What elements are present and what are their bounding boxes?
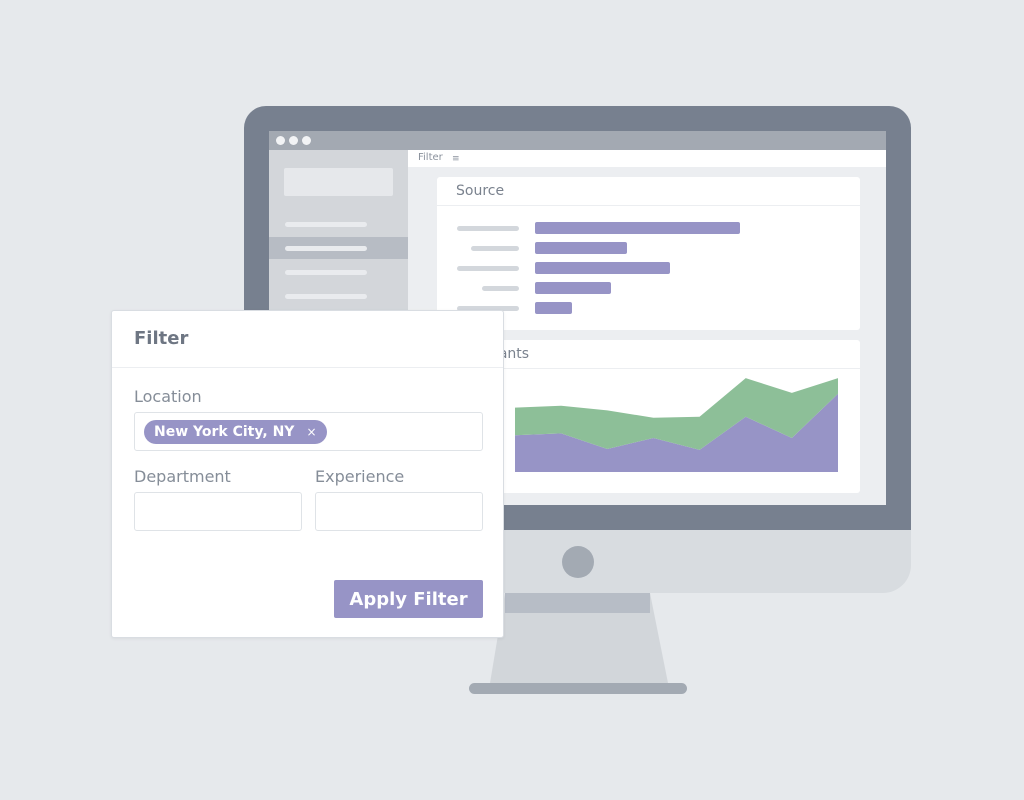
experience-label: Experience (315, 467, 405, 486)
bar-category-label (457, 266, 519, 271)
experience-input[interactable] (315, 492, 483, 531)
filter-panel: Filter Location New York City, NY × Depa… (111, 310, 504, 638)
location-input[interactable]: New York City, NY × (134, 412, 483, 451)
sidebar-item-2[interactable] (269, 237, 408, 259)
sidebar-item-3[interactable] (269, 261, 408, 283)
window-dot-close[interactable] (276, 136, 285, 145)
filter-panel-title: Filter (134, 328, 189, 349)
department-label: Department (134, 467, 231, 486)
location-label: Location (134, 387, 202, 406)
filter-icon[interactable]: ≡ (452, 154, 460, 164)
window-titlebar (269, 131, 886, 150)
window-dot-maximize[interactable] (302, 136, 311, 145)
sidebar-logo-placeholder (284, 168, 393, 196)
bar-category-label (471, 246, 519, 251)
monitor-stand-foot (469, 683, 687, 694)
sidebar-item-label (285, 222, 367, 227)
sidebar-item-4[interactable] (269, 285, 408, 307)
sidebar-item-label (285, 294, 367, 299)
bar-category-label (482, 286, 519, 291)
sidebar-item-1[interactable] (269, 213, 408, 235)
monitor-stand-neck (505, 593, 650, 613)
bar (535, 302, 572, 314)
apply-filter-button[interactable]: Apply Filter (334, 580, 483, 618)
window-dot-minimize[interactable] (289, 136, 298, 145)
close-icon[interactable]: × (306, 425, 316, 439)
bar (535, 222, 740, 234)
filter-toggle-label[interactable]: Filter (418, 152, 443, 163)
source-card: Source (437, 177, 860, 330)
sidebar-item-label (285, 246, 367, 251)
filter-panel-divider (112, 367, 503, 368)
bar (535, 242, 628, 254)
topbar: Filter ≡ (408, 150, 886, 167)
bar-category-label (457, 226, 519, 231)
power-button (562, 546, 594, 578)
location-chip-text: New York City, NY (154, 424, 295, 440)
bar (535, 262, 671, 274)
department-input[interactable] (134, 492, 302, 531)
sidebar-item-label (285, 270, 367, 275)
location-chip[interactable]: New York City, NY × (144, 420, 327, 444)
source-card-title: Source (456, 183, 505, 199)
card-divider (437, 205, 860, 206)
bar (535, 282, 611, 294)
